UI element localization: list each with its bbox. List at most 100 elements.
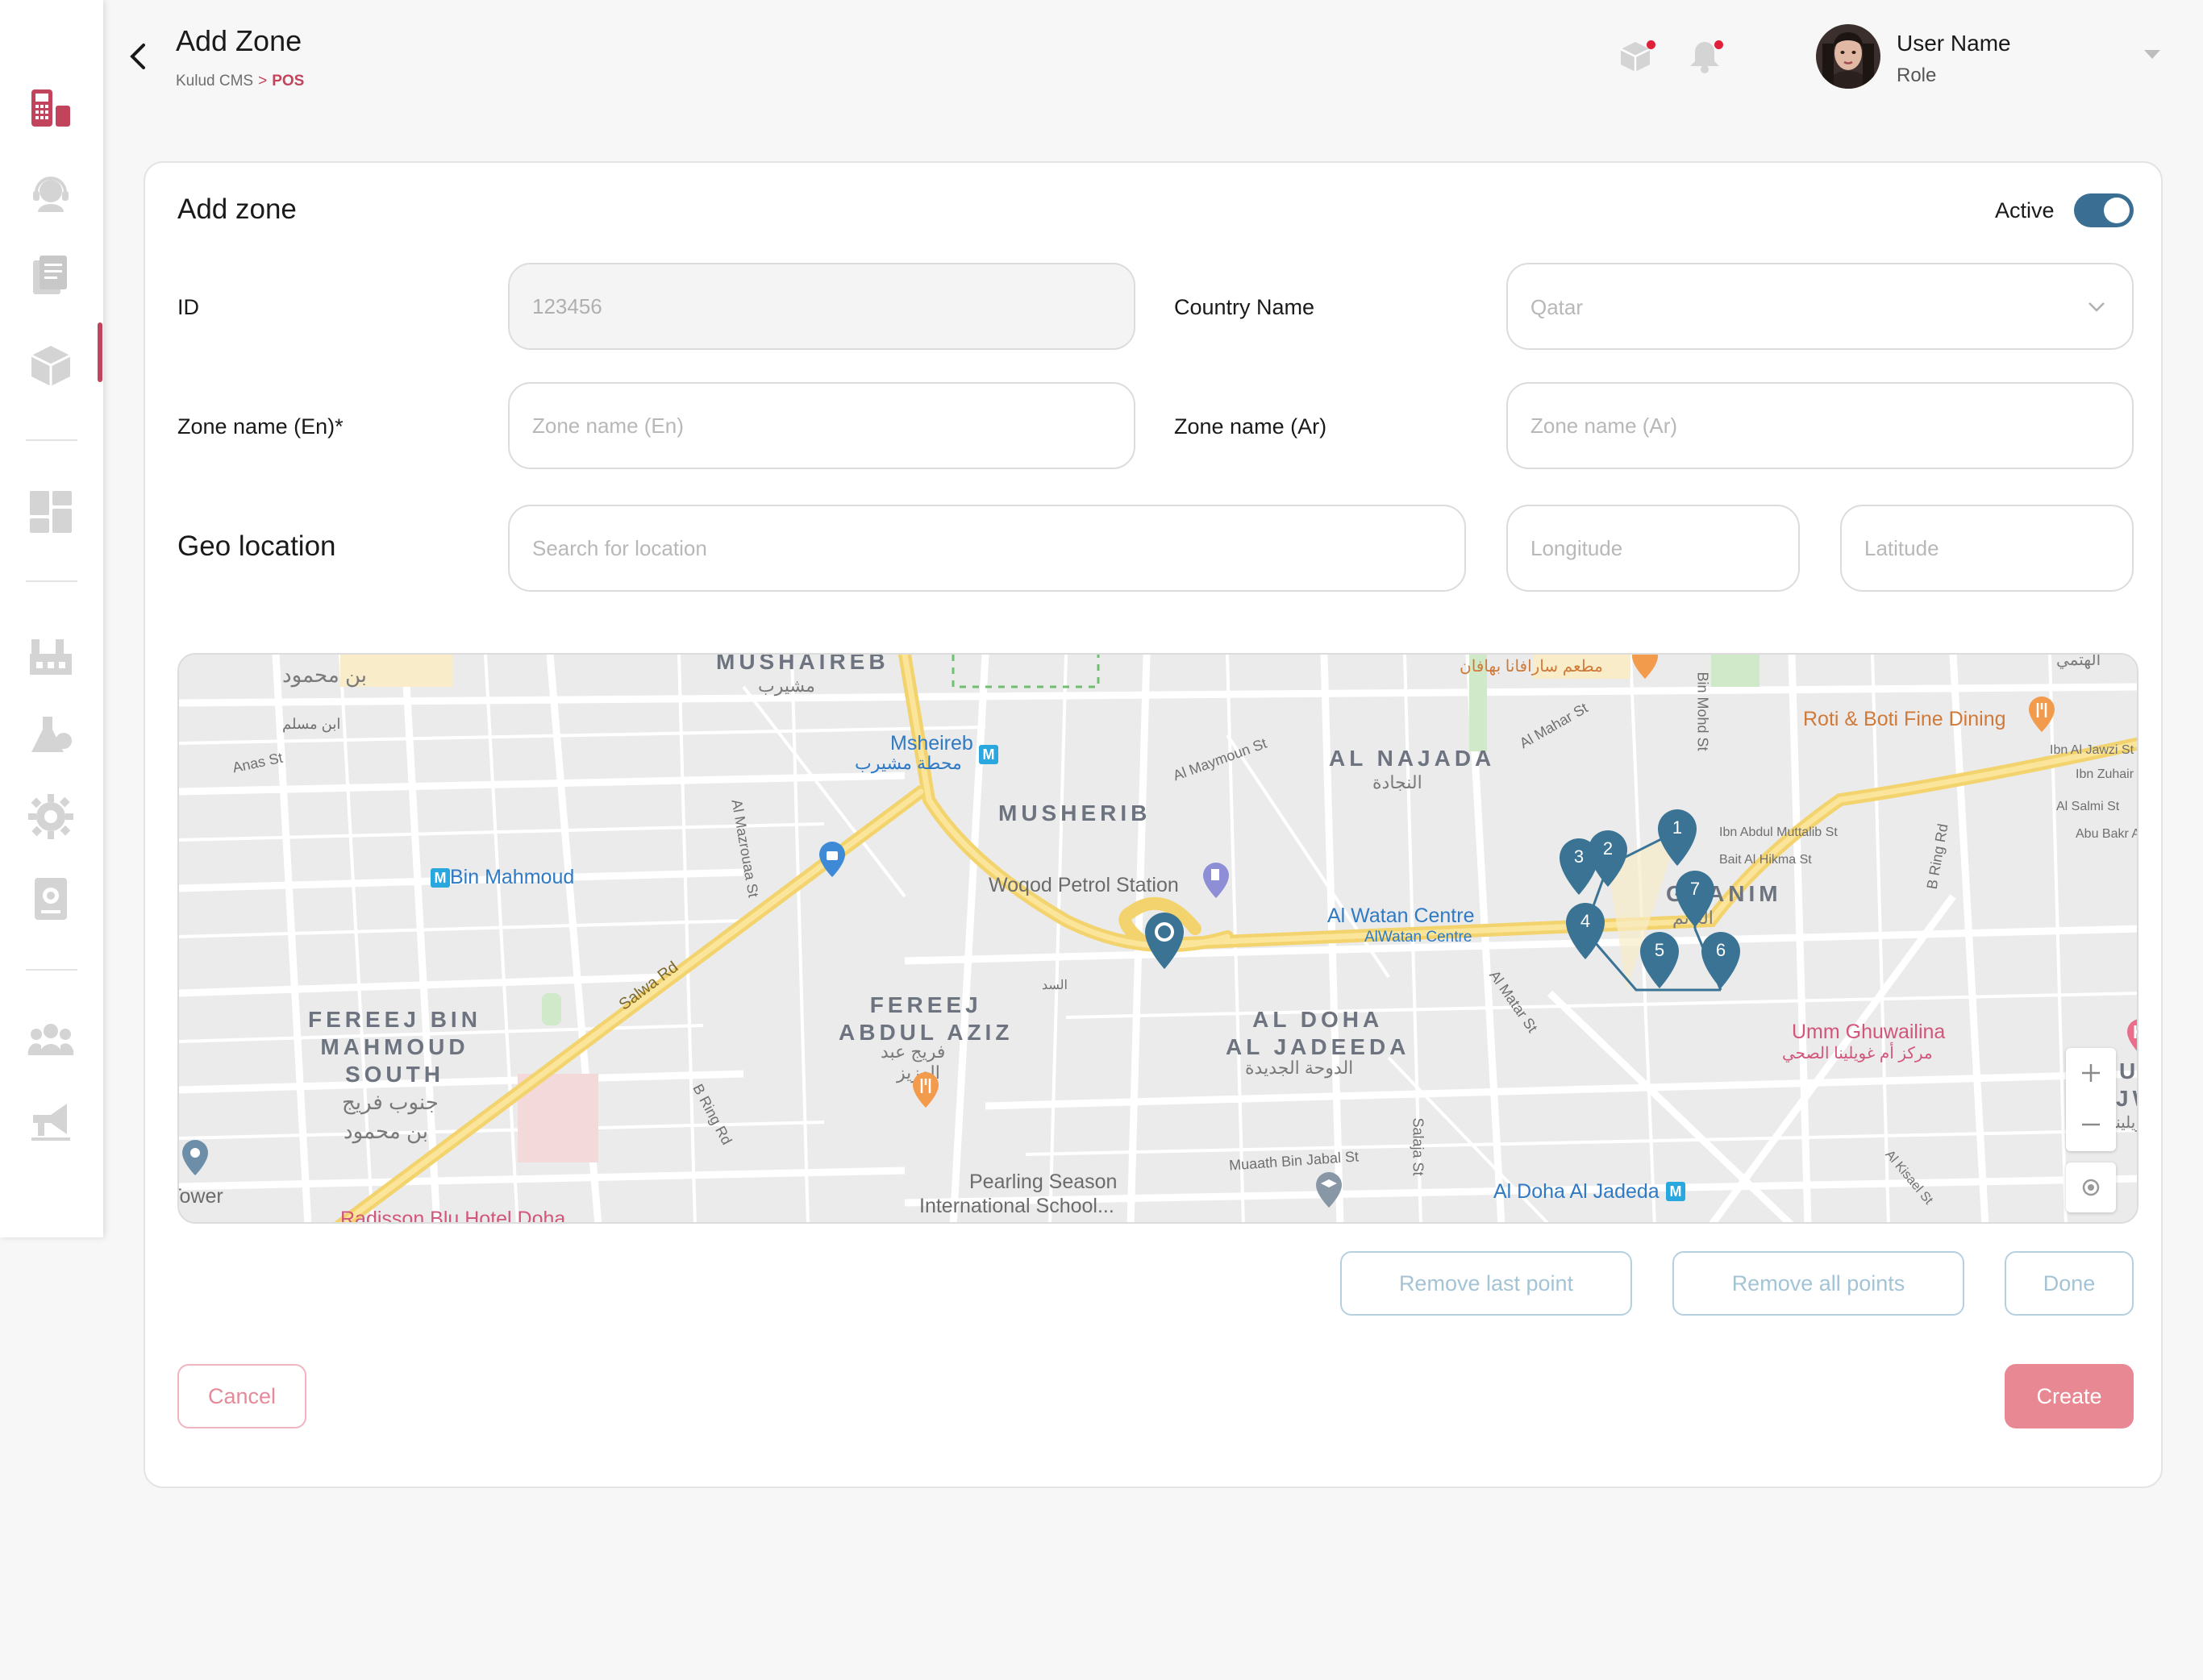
add-zone-card: Add zone Active ID Country Name Qatar Zo…: [144, 161, 2163, 1488]
map-label: النجادة: [1372, 772, 1422, 792]
sidebar: [0, 0, 103, 1237]
location-search-input[interactable]: [508, 505, 1466, 592]
crosshair-icon: [2082, 1179, 2100, 1196]
sidebar-active-indicator: [98, 322, 102, 382]
sidebar-divider: [26, 580, 77, 582]
map-label: Tower: [179, 1185, 223, 1208]
map-label: بن محمود: [344, 1119, 429, 1143]
zone-point-number: 3: [1573, 846, 1585, 867]
breadcrumb-separator: >: [258, 73, 268, 89]
zone-point-pin[interactable]: 6: [1698, 930, 1743, 992]
create-button[interactable]: Create: [2005, 1364, 2134, 1428]
fuel-pin-icon[interactable]: [1200, 861, 1232, 901]
zone-point-pin[interactable]: 1: [1655, 808, 1700, 869]
zone-map[interactable]: MUSHAIREB مشيرب بن محمود ابن مسلم Anas S…: [177, 653, 2138, 1224]
shopping-pin-icon[interactable]: [816, 840, 848, 880]
latitude-input[interactable]: [1840, 505, 2134, 592]
device-settings-icon[interactable]: [24, 872, 77, 925]
zone-point-number: 6: [1715, 940, 1726, 960]
back-button[interactable]: [121, 39, 153, 74]
zone-point-pin[interactable]: 7: [1672, 869, 1718, 930]
app-root: Add Zone Kulud CMS > POS User Name Role Ad…: [0, 0, 2203, 1680]
pos-terminal-icon[interactable]: [24, 82, 77, 135]
map-label: International School...: [919, 1195, 1114, 1217]
remove-last-point-button[interactable]: Remove last point: [1340, 1251, 1632, 1316]
map-label: AL NAJADA: [1329, 746, 1496, 771]
settings-gear-icon[interactable]: [24, 790, 77, 843]
map-label: Ibn Al Jawzi St: [2050, 743, 2134, 757]
plus-icon: [2082, 1064, 2100, 1082]
user-name: User Name: [1897, 31, 2011, 56]
map-label: جنوب فريج: [342, 1090, 439, 1114]
current-location-pin-icon[interactable]: [1142, 911, 1187, 972]
location-pin-icon[interactable]: [179, 1138, 211, 1179]
id-label: ID: [177, 295, 199, 319]
notification-dot: [1714, 40, 1723, 49]
active-label: Active: [1995, 198, 2055, 222]
map-label: Radisson Blu Hotel Doha: [340, 1208, 566, 1224]
country-label: Country Name: [1174, 295, 1315, 319]
zone-en-label: Zone name (En)*: [177, 414, 344, 439]
country-select-value: Qatar: [1530, 295, 1584, 319]
longitude-input[interactable]: [1506, 505, 1800, 592]
map-label: Bin Mohd St: [1694, 672, 1711, 751]
notifications-button[interactable]: [1684, 35, 1726, 77]
users-group-icon[interactable]: [24, 1013, 77, 1066]
zone-point-number: 5: [1654, 940, 1665, 960]
lab-flask-icon[interactable]: [24, 709, 77, 763]
chevron-down-icon[interactable]: [2142, 47, 2163, 63]
restaurant-pin-icon[interactable]: [1629, 653, 1661, 682]
map-label: مطعم سارافانا بهافان: [1460, 658, 1603, 676]
box-icon[interactable]: [24, 339, 77, 392]
map-label-text: Bin Mahmoud: [450, 866, 575, 888]
cancel-button[interactable]: Cancel: [177, 1364, 306, 1428]
map-label: Msheireb: [890, 732, 973, 755]
country-select[interactable]: Qatar: [1506, 263, 2134, 350]
card-title: Add zone: [177, 193, 297, 225]
map-label: FEREEJ ABDUL AZIZ: [839, 992, 1014, 1045]
inventory-box-button[interactable]: [1614, 35, 1656, 77]
zone-point-number: 1: [1672, 817, 1683, 838]
map-label: Pearling Season: [969, 1171, 1118, 1193]
map-label: MUSHERIB: [998, 800, 1151, 825]
geo-location-label: Geo location: [177, 530, 336, 562]
documents-icon[interactable]: [24, 250, 77, 303]
zone-point-pin[interactable]: 3: [1556, 837, 1601, 898]
avatar[interactable]: [1816, 24, 1880, 89]
zone-en-input[interactable]: [508, 382, 1135, 469]
restaurant-pin-icon[interactable]: [2026, 695, 2058, 735]
map-label: الدوحة الجديدة: [1245, 1058, 1354, 1078]
support-agent-icon[interactable]: [24, 166, 77, 219]
dashboard-grid-icon[interactable]: [24, 485, 77, 539]
zoom-out-button[interactable]: [2066, 1100, 2116, 1150]
hospital-pin-icon[interactable]: [2124, 1017, 2138, 1058]
done-button[interactable]: Done: [2005, 1251, 2134, 1316]
breadcrumb-root[interactable]: Kulud CMS: [176, 73, 253, 89]
my-location-button[interactable]: [2066, 1162, 2116, 1212]
page-title: Add Zone: [176, 24, 302, 57]
map-label: Woqod Petrol Station: [989, 874, 1179, 896]
sidebar-divider: [26, 439, 77, 441]
school-pin-icon[interactable]: [1313, 1171, 1345, 1211]
zone-point-pin[interactable]: 5: [1637, 930, 1682, 992]
zone-ar-input[interactable]: [1506, 382, 2134, 469]
remove-all-points-button[interactable]: Remove all points: [1672, 1251, 1964, 1316]
restaurant-pin-icon[interactable]: [910, 1071, 942, 1111]
map-label: UI: [2119, 1058, 2138, 1083]
zone-point-pin[interactable]: 4: [1563, 901, 1608, 963]
zone-point-number: 7: [1689, 879, 1701, 899]
factory-icon[interactable]: [24, 629, 77, 682]
chevron-down-icon: [2088, 302, 2105, 312]
sidebar-divider: [26, 969, 77, 971]
toggle-knob: [2104, 198, 2130, 223]
map-label: MUSHAIREB: [716, 653, 889, 674]
map-label: بن محمود: [282, 663, 368, 687]
id-input[interactable]: [508, 263, 1135, 350]
chevron-left-icon: [130, 44, 145, 69]
active-toggle[interactable]: [2074, 193, 2134, 227]
megaphone-icon[interactable]: [24, 1095, 77, 1148]
map-label: Roti & Boti Fine Dining: [1803, 708, 2006, 730]
zoom-in-button[interactable]: [2066, 1048, 2116, 1098]
user-role: Role: [1897, 64, 1937, 86]
map-label: السد: [1042, 979, 1068, 992]
